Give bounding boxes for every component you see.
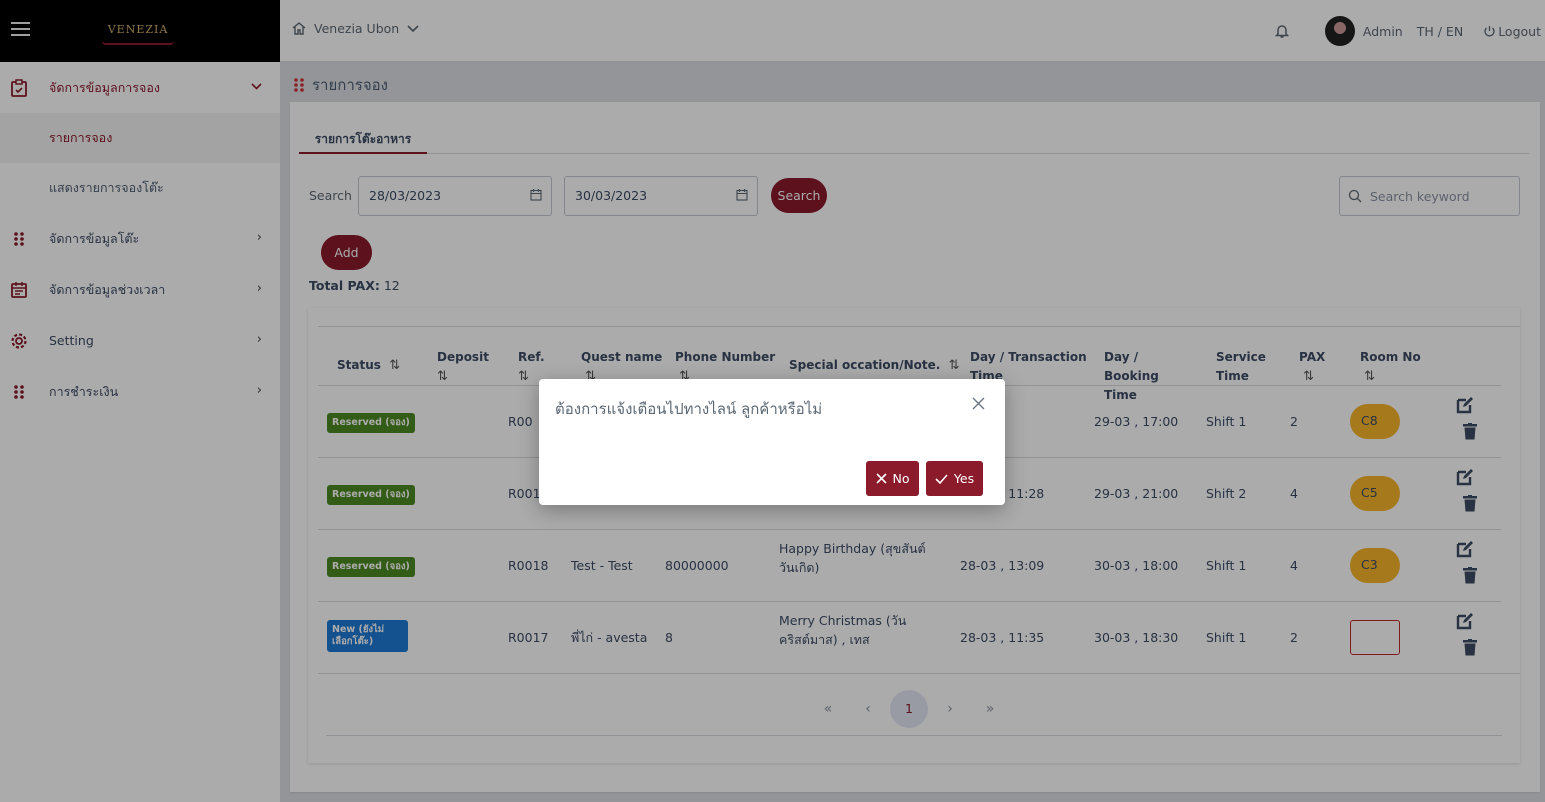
x-icon (875, 473, 887, 484)
dialog-title: ต้องการแจ้งเตือนไปทางไลน์ ลูกค้าหรือไม่ (555, 400, 823, 418)
yes-label: Yes (953, 471, 975, 486)
no-button[interactable]: No (866, 461, 919, 496)
yes-button[interactable]: Yes (926, 461, 983, 496)
no-label: No (892, 471, 910, 486)
close-icon[interactable] (972, 397, 985, 410)
line-notify-dialog: ต้องการแจ้งเตือนไปทางไลน์ ลูกค้าหรือไม่ … (539, 379, 1005, 505)
check-icon (935, 473, 948, 484)
